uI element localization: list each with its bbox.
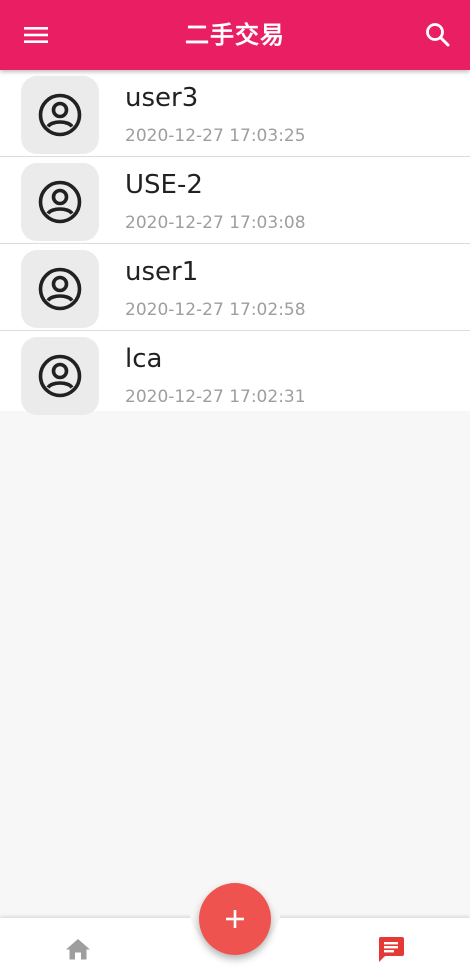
- plus-icon: [226, 910, 244, 928]
- avatar: [21, 76, 99, 154]
- account-circle-icon: [38, 267, 82, 311]
- message-time: 2020-12-27 17:02:31: [125, 387, 306, 407]
- page-title: 二手交易: [185, 21, 285, 49]
- contact-name: user1: [125, 257, 199, 287]
- app-bar: 二手交易: [0, 0, 470, 70]
- menu-icon: [24, 27, 48, 43]
- list-item[interactable]: USE-2 2020-12-27 17:03:08: [0, 157, 470, 244]
- list-item[interactable]: lca 2020-12-27 17:02:31: [0, 331, 470, 415]
- home-icon: [66, 939, 90, 960]
- message-icon: [378, 937, 404, 962]
- message-time: 2020-12-27 17:03:08: [125, 213, 306, 233]
- message-time: 2020-12-27 17:03:25: [125, 126, 306, 146]
- contact-name: lca: [125, 344, 163, 374]
- account-circle-icon: [38, 93, 82, 137]
- contact-name: user3: [125, 83, 199, 113]
- search-button[interactable]: [420, 18, 456, 52]
- message-time: 2020-12-27 17:02:58: [125, 300, 306, 320]
- add-button[interactable]: [199, 883, 271, 955]
- avatar: [21, 250, 99, 328]
- account-circle-icon: [38, 354, 82, 398]
- contact-name: USE-2: [125, 170, 203, 200]
- search-icon: [426, 23, 450, 47]
- account-circle-icon: [38, 180, 82, 224]
- avatar: [21, 163, 99, 241]
- list-item[interactable]: user3 2020-12-27 17:03:25: [0, 70, 470, 157]
- nav-home-button[interactable]: [60, 933, 96, 965]
- avatar: [21, 337, 99, 415]
- menu-button[interactable]: [18, 20, 54, 50]
- conversation-list: user3 2020-12-27 17:03:25 USE-2 2020-12-…: [0, 70, 470, 415]
- nav-messages-button[interactable]: [372, 931, 410, 967]
- list-item[interactable]: user1 2020-12-27 17:02:58: [0, 244, 470, 331]
